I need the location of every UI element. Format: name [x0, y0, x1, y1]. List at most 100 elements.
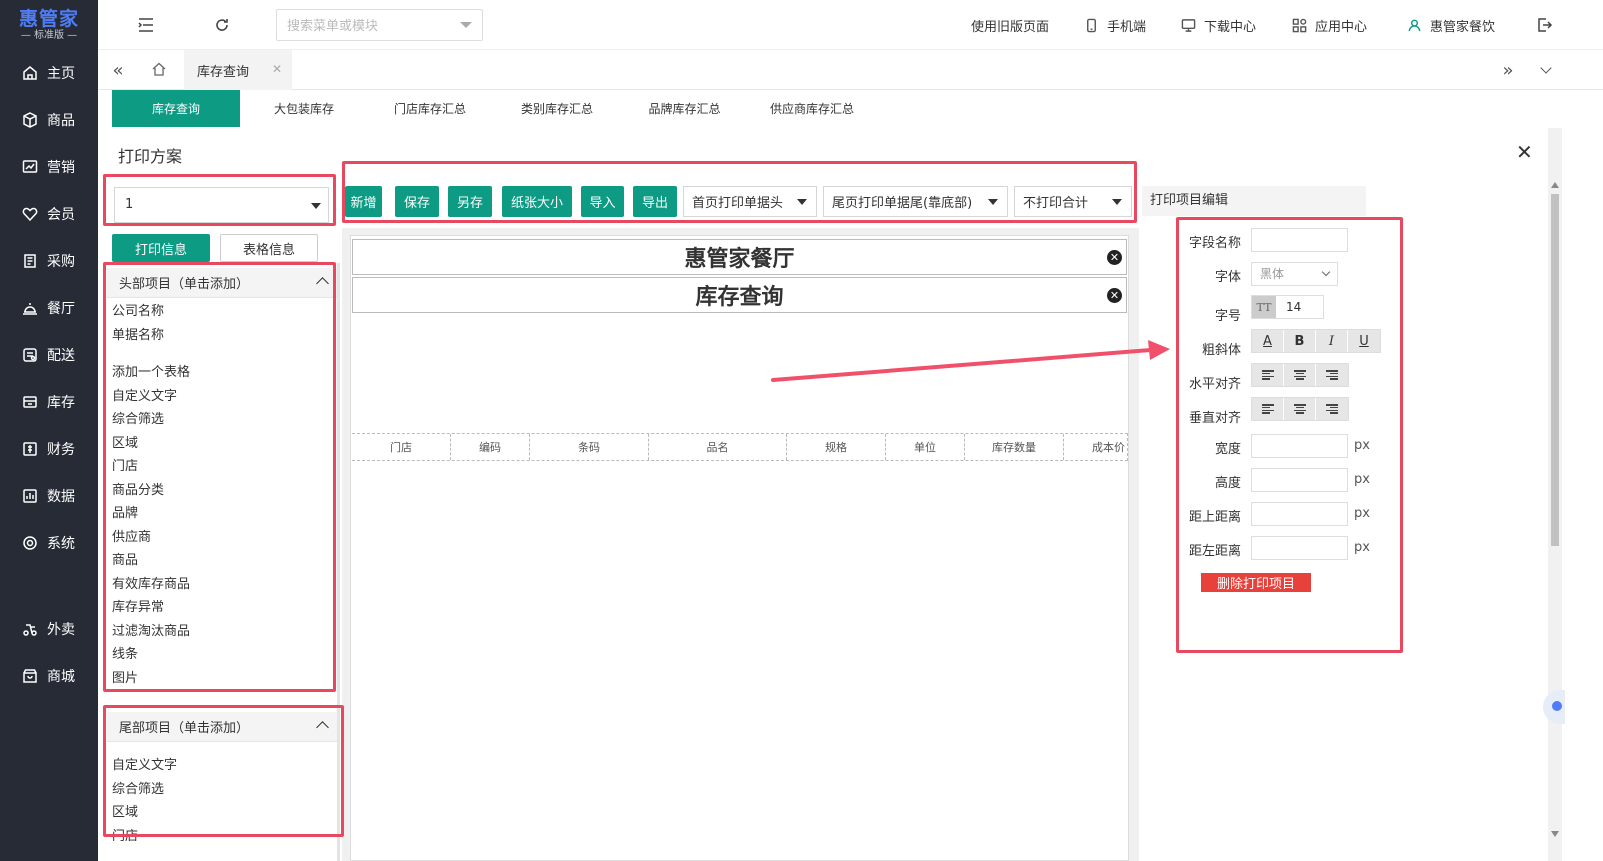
- subtab-inventory-query[interactable]: 库存查询: [112, 90, 240, 127]
- align-top-icon[interactable]: [1252, 398, 1284, 420]
- list-item[interactable]: 综合筛选: [107, 408, 337, 432]
- left-distance-input[interactable]: [1251, 536, 1348, 560]
- table-header-cell[interactable]: 编码: [451, 434, 530, 460]
- list-item[interactable]: 区域: [107, 801, 337, 825]
- menu-search-input[interactable]: [276, 9, 483, 41]
- sidebar-item-data[interactable]: 数据: [0, 478, 98, 514]
- width-input[interactable]: [1251, 434, 1348, 458]
- underline-button[interactable]: U: [1348, 330, 1380, 352]
- logout-icon[interactable]: [1535, 15, 1555, 35]
- table-header-cell[interactable]: 库存数量: [965, 434, 1064, 460]
- page-scrollbar[interactable]: [1548, 128, 1562, 861]
- tab-inventory-query[interactable]: 库存查询 ✕: [184, 50, 292, 90]
- last-page-footer-select[interactable]: 尾页打印单据尾(靠底部): [823, 186, 1008, 217]
- list-item[interactable]: 单据名称: [107, 324, 337, 348]
- list-item[interactable]: 自定义文字: [107, 754, 337, 778]
- old-page-link[interactable]: 使用旧版页面: [971, 16, 1049, 35]
- sidebar-item-finance[interactable]: 财务: [0, 431, 98, 467]
- sidebar-item-member[interactable]: 会员: [0, 196, 98, 232]
- menu-toggle-icon[interactable]: [136, 15, 156, 35]
- table-header-cell[interactable]: 单位: [886, 434, 965, 460]
- list-item[interactable]: 供应商: [107, 526, 337, 550]
- height-input[interactable]: [1251, 468, 1348, 492]
- table-header-cell[interactable]: 规格: [787, 434, 886, 460]
- list-item[interactable]: 商品: [107, 549, 337, 573]
- print-total-select[interactable]: 不打印合计: [1014, 186, 1132, 217]
- list-item[interactable]: 商品分类: [107, 479, 337, 503]
- import-button[interactable]: 导入: [581, 186, 624, 217]
- list-item[interactable]: 综合筛选: [107, 778, 337, 802]
- sidebar-item-system[interactable]: 系统: [0, 525, 98, 561]
- sidebar-item-takeout[interactable]: 外卖: [0, 611, 98, 647]
- close-icon[interactable]: ✕: [1516, 140, 1533, 164]
- subtab-store-summary[interactable]: 门店库存汇总: [368, 90, 492, 127]
- align-right-icon[interactable]: [1316, 364, 1348, 386]
- sidebar-item-purchase[interactable]: 采购: [0, 243, 98, 279]
- font-select[interactable]: 黑体: [1251, 262, 1338, 286]
- print-scheme-select[interactable]: 1: [114, 187, 329, 223]
- list-item[interactable]: 门店: [107, 455, 337, 479]
- print-preview-canvas[interactable]: 惠管家餐厅 ✕ 库存查询 ✕ 门店 编码 条码 品名 规格 单位 库存数量 成本…: [350, 235, 1129, 861]
- refresh-icon[interactable]: [212, 15, 232, 35]
- subtab-brand-summary[interactable]: 品牌库存汇总: [622, 90, 747, 127]
- paper-size-button[interactable]: 纸张大小: [502, 186, 572, 217]
- collapse-left-icon[interactable]: «: [108, 60, 128, 81]
- align-left-icon[interactable]: [1252, 364, 1284, 386]
- sidebar-item-delivery[interactable]: 配送: [0, 337, 98, 373]
- align-middle-icon[interactable]: [1284, 398, 1316, 420]
- save-button[interactable]: 保存: [395, 186, 439, 217]
- subtab-supplier-summary[interactable]: 供应商库存汇总: [747, 90, 877, 127]
- subtab-category-summary[interactable]: 类别库存汇总: [492, 90, 622, 127]
- sidebar-item-marketing[interactable]: 营销: [0, 149, 98, 185]
- mobile-link[interactable]: 手机端: [1084, 16, 1146, 35]
- chevron-up-icon[interactable]: [316, 721, 329, 734]
- table-header-cell[interactable]: 条码: [530, 434, 649, 460]
- expand-right-icon[interactable]: »: [1498, 60, 1518, 81]
- user-menu[interactable]: 惠管家餐饮: [1407, 16, 1495, 35]
- footer-items-title[interactable]: 尾部项目（单击添加）: [107, 712, 337, 742]
- chevron-up-icon[interactable]: [316, 277, 329, 290]
- sidebar-item-goods[interactable]: 商品: [0, 102, 98, 138]
- table-info-button[interactable]: 表格信息: [220, 234, 318, 262]
- app-center-link[interactable]: 应用中心: [1292, 16, 1367, 35]
- list-item[interactable]: 品牌: [107, 502, 337, 526]
- font-size-input[interactable]: TT 14: [1251, 295, 1324, 319]
- sidebar-item-restaurant[interactable]: 餐厅: [0, 290, 98, 326]
- list-item[interactable]: 添加一个表格: [107, 361, 337, 385]
- remove-icon[interactable]: ✕: [1107, 250, 1122, 265]
- text-color-button[interactable]: A: [1252, 330, 1284, 352]
- subtab-bulk-inventory[interactable]: 大包装库存: [240, 90, 368, 127]
- list-item[interactable]: 过滤淘汰商品: [107, 620, 337, 644]
- canvas-table-header[interactable]: 门店 编码 条码 品名 规格 单位 库存数量 成本价: [352, 433, 1128, 461]
- list-item[interactable]: 自定义文字: [107, 385, 337, 409]
- list-item[interactable]: 公司名称: [107, 300, 337, 324]
- sidebar-item-inventory[interactable]: 库存: [0, 384, 98, 420]
- new-button[interactable]: 新增: [345, 186, 382, 217]
- export-button[interactable]: 导出: [633, 186, 677, 217]
- table-header-cell[interactable]: 品名: [649, 434, 787, 460]
- scroll-down-icon[interactable]: [1551, 831, 1559, 837]
- table-header-cell[interactable]: 门店: [352, 434, 451, 460]
- chevron-down-icon[interactable]: [460, 22, 472, 28]
- bold-button[interactable]: B: [1284, 330, 1316, 352]
- sidebar-item-mall[interactable]: 商城: [0, 658, 98, 694]
- align-center-icon[interactable]: [1284, 364, 1316, 386]
- canvas-company-name[interactable]: 惠管家餐厅 ✕: [352, 239, 1127, 275]
- list-item[interactable]: 门店: [107, 825, 337, 849]
- list-item[interactable]: 有效库存商品: [107, 573, 337, 597]
- first-page-header-select[interactable]: 首页打印单据头: [683, 186, 817, 217]
- close-icon[interactable]: ✕: [272, 62, 282, 76]
- scroll-up-icon[interactable]: [1551, 182, 1559, 188]
- canvas-doc-name[interactable]: 库存查询 ✕: [352, 277, 1127, 313]
- save-as-button[interactable]: 另存: [448, 186, 492, 217]
- field-name-input[interactable]: [1251, 228, 1348, 252]
- table-header-cell[interactable]: 成本价: [1064, 434, 1127, 460]
- list-item[interactable]: 区域: [107, 432, 337, 456]
- logo[interactable]: 惠管家 — 标准版 —: [0, 0, 98, 50]
- sidebar-item-home[interactable]: 主页: [0, 55, 98, 91]
- chevron-down-icon[interactable]: [1536, 60, 1556, 80]
- download-center-link[interactable]: 下载中心: [1181, 16, 1256, 35]
- top-distance-input[interactable]: [1251, 502, 1348, 526]
- italic-button[interactable]: I: [1316, 330, 1348, 352]
- print-info-button[interactable]: 打印信息: [112, 234, 210, 262]
